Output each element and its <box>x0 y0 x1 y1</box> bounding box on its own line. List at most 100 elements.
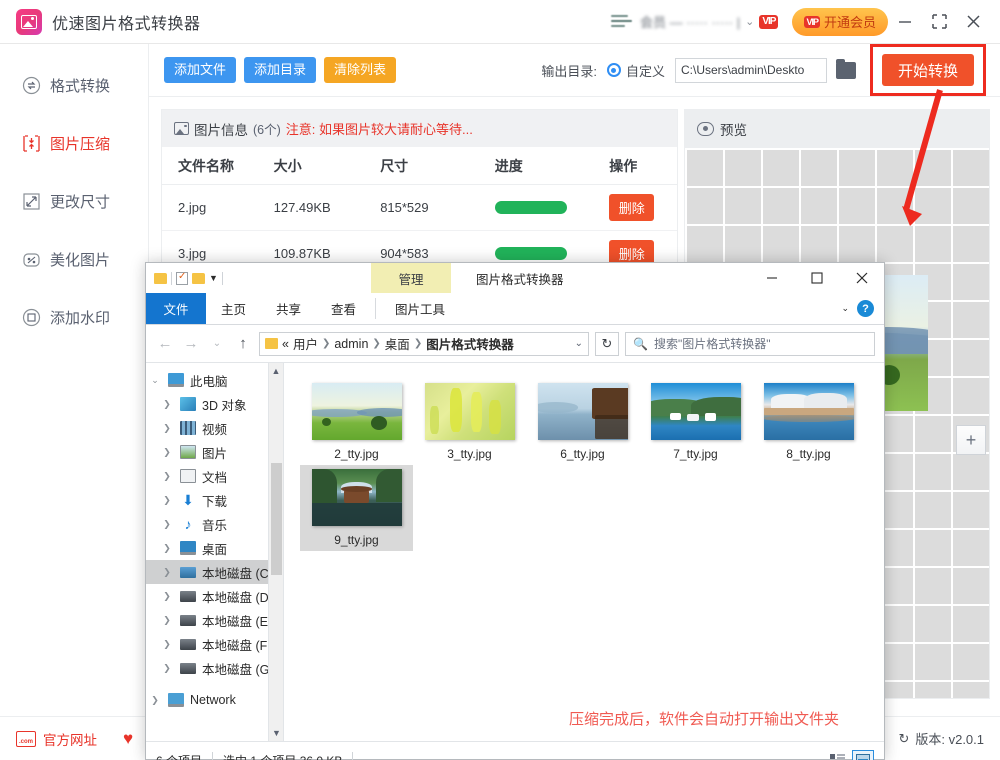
nav-pane-scrollbar[interactable]: ▲ ▼ <box>268 363 283 741</box>
nav-back-icon[interactable]: ← <box>155 333 175 355</box>
file-tile-9-tty[interactable]: 9_tty.jpg <box>300 465 413 551</box>
open-vip-button[interactable]: VIP 开通会员 <box>792 8 888 36</box>
chevron-down-icon[interactable]: ⌄ <box>148 375 162 386</box>
add-file-button[interactable]: 添加文件 <box>164 57 236 83</box>
nav-up-icon[interactable]: ↑ <box>233 333 253 355</box>
chevron-down-icon[interactable]: ▼ <box>209 273 218 283</box>
file-tile-2-tty[interactable]: 2_tty.jpg <box>300 379 413 465</box>
chevron-right-icon[interactable]: ❯ <box>160 663 174 674</box>
large-icons-view-icon[interactable] <box>852 750 874 760</box>
file-tile-8-tty[interactable]: 8_tty.jpg <box>752 379 865 465</box>
chevron-right-icon[interactable]: ❯ <box>160 543 174 554</box>
nav-item-3d-objects[interactable]: ❯ 3D 对象 <box>146 392 283 416</box>
explorer-minimize-button[interactable] <box>749 263 794 293</box>
chevron-right-icon: ❯ <box>322 338 330 349</box>
chevron-right-icon[interactable]: ❯ <box>160 423 174 434</box>
official-site-link[interactable]: .com 官方网址 <box>16 729 97 749</box>
cell-action: 删除 <box>609 194 677 221</box>
breadcrumb-root[interactable]: « <box>282 337 289 351</box>
output-custom-radio[interactable] <box>607 63 621 77</box>
chevron-right-icon[interactable]: ❯ <box>160 567 174 578</box>
chevron-right-icon[interactable]: ❯ <box>160 495 174 506</box>
ribbon-tab-picture-tools[interactable]: 图片工具 <box>380 293 460 324</box>
chevron-right-icon[interactable]: ❯ <box>148 695 162 706</box>
explorer-file-area[interactable]: 2_tty.jpg 3_tty.jpg <box>283 363 884 741</box>
details-view-icon[interactable] <box>826 750 848 760</box>
nav-item-music[interactable]: ❯ ♪ 音乐 <box>146 512 283 536</box>
nav-item-pictures[interactable]: ❯ 图片 <box>146 440 283 464</box>
ribbon-tab-view[interactable]: 查看 <box>316 293 371 324</box>
nav-item-disk-g[interactable]: ❯ 本地磁盘 (G:) <box>146 656 283 680</box>
manage-contextual-tab[interactable]: 管理 <box>371 263 451 293</box>
sidebar-item-image-compress[interactable]: 图片压缩 <box>0 126 148 160</box>
explorer-maximize-button[interactable] <box>794 263 839 293</box>
explorer-close-button[interactable] <box>839 263 884 293</box>
breadcrumb-segment[interactable]: admin <box>334 337 368 351</box>
chevron-down-icon[interactable]: ⌄ <box>745 15 754 28</box>
nav-item-disk-e[interactable]: ❯ 本地磁盘 (E:) <box>146 608 283 632</box>
chevron-right-icon[interactable]: ❯ <box>160 615 174 626</box>
sidebar-item-watermark[interactable]: 添加水印 <box>0 300 148 334</box>
breadcrumb-segment[interactable]: 桌面 <box>385 334 410 353</box>
ribbon-right-group: ⌄ ? <box>841 293 884 324</box>
file-tile-6-tty[interactable]: 6_tty.jpg <box>526 379 639 465</box>
member-account[interactable]: 会员 — ····· ····· | ⌄ VIP <box>609 12 778 31</box>
chevron-right-icon[interactable]: ❯ <box>160 639 174 650</box>
close-button[interactable] <box>956 0 990 44</box>
refresh-button[interactable]: ↻ <box>595 332 619 356</box>
nav-item-videos[interactable]: ❯ 视频 <box>146 416 283 440</box>
explorer-ribbon: 文件 主页 共享 查看 图片工具 ⌄ ? <box>146 293 884 325</box>
nav-item-disk-d[interactable]: ❯ 本地磁盘 (D:) <box>146 584 283 608</box>
nav-item-downloads[interactable]: ❯ ⬇ 下载 <box>146 488 283 512</box>
clear-list-button[interactable]: 清除列表 <box>324 57 396 83</box>
chevron-right-icon[interactable]: ❯ <box>160 447 174 458</box>
scroll-up-icon[interactable]: ▲ <box>269 363 283 379</box>
help-icon[interactable]: ? <box>857 300 874 317</box>
disk-icon <box>180 615 196 626</box>
output-path-input[interactable] <box>675 58 827 83</box>
file-explorer-window: ▼ 管理 图片格式转换器 文件 主页 共享 查看 <box>145 262 885 760</box>
folder-icon[interactable] <box>154 273 167 284</box>
address-dropdown-icon[interactable]: ⌄ <box>575 338 583 349</box>
nav-history-icon[interactable]: ⌄ <box>207 333 227 355</box>
heart-icon[interactable]: ♥ <box>123 729 133 749</box>
nav-item-network[interactable]: ❯ Network <box>146 688 283 712</box>
breadcrumb-current[interactable]: 图片格式转换器 <box>426 334 514 353</box>
sidebar-item-resize[interactable]: 更改尺寸 <box>0 184 148 218</box>
breadcrumb[interactable]: « 用户 ❯ admin ❯ 桌面 ❯ 图片格式转换器 ⌄ <box>259 332 589 356</box>
chevron-right-icon[interactable]: ❯ <box>160 471 174 482</box>
nav-item-disk-f[interactable]: ❯ 本地磁盘 (F:) <box>146 632 283 656</box>
ribbon-tab-file[interactable]: 文件 <box>146 293 206 324</box>
start-convert-button[interactable]: 开始转换 <box>882 54 974 86</box>
cell-file-size: 109.87KB <box>274 246 381 261</box>
file-tile-7-tty[interactable]: 7_tty.jpg <box>639 379 752 465</box>
ribbon-tab-home[interactable]: 主页 <box>206 293 261 324</box>
delete-button[interactable]: 删除 <box>609 194 654 221</box>
chevron-right-icon[interactable]: ❯ <box>160 399 174 410</box>
breadcrumb-segment[interactable]: 用户 <box>293 334 318 353</box>
nav-item-this-pc[interactable]: ⌄ 此电脑 <box>146 368 283 392</box>
search-input[interactable]: 🔍 搜索"图片格式转换器" <box>625 332 875 356</box>
table-row[interactable]: 2.jpg 127.49KB 815*529 删除 <box>162 185 677 231</box>
nav-item-desktop[interactable]: ❯ 桌面 <box>146 536 283 560</box>
add-image-button[interactable]: + <box>956 425 986 455</box>
chevron-right-icon[interactable]: ❯ <box>160 591 174 602</box>
new-folder-icon[interactable] <box>192 273 205 284</box>
sidebar-item-beautify[interactable]: 美化图片 <box>0 242 148 276</box>
scrollbar-thumb[interactable] <box>271 463 282 575</box>
file-tile-3-tty[interactable]: 3_tty.jpg <box>413 379 526 465</box>
nav-forward-icon[interactable]: → <box>181 333 201 355</box>
maximize-button[interactable] <box>922 0 956 44</box>
nav-item-documents[interactable]: ❯ 文档 <box>146 464 283 488</box>
sidebar-item-format-convert[interactable]: 格式转换 <box>0 68 148 102</box>
minimize-button[interactable] <box>888 0 922 44</box>
nav-item-disk-c[interactable]: ❯ 本地磁盘 (C:) <box>146 560 283 584</box>
properties-icon[interactable] <box>176 272 188 285</box>
chevron-down-icon[interactable]: ⌄ <box>841 303 849 314</box>
scroll-down-icon[interactable]: ▼ <box>269 725 283 741</box>
refresh-icon[interactable]: ↻ <box>898 731 909 747</box>
folder-browse-icon[interactable] <box>836 62 856 79</box>
add-folder-button[interactable]: 添加目录 <box>244 57 316 83</box>
ribbon-tab-share[interactable]: 共享 <box>261 293 316 324</box>
chevron-right-icon[interactable]: ❯ <box>160 519 174 530</box>
